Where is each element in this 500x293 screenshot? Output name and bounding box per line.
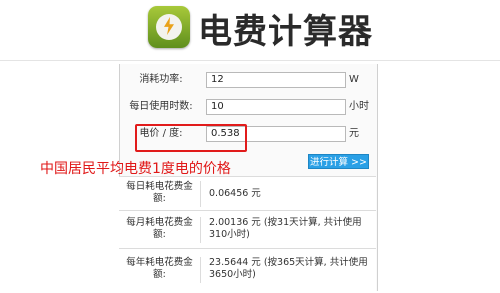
yearly-result-value: 23.5644 元 (按365天计算, 共计使用3650小时) — [209, 257, 368, 280]
monthly-result-row: 每月耗电花费金额: 2.00136 元 (按31天计算, 共计使用310小时) — [119, 210, 376, 249]
power-label: 消耗功率: — [139, 74, 183, 85]
header-divider — [0, 60, 500, 61]
app-header: 电费计算器 — [0, 0, 500, 60]
hours-input[interactable]: 10 — [206, 99, 346, 115]
price-annotation: 中国居民平均电费1度电的价格 — [40, 161, 231, 177]
yearly-result-label: 每年耗电花费金额: — [119, 257, 201, 283]
power-unit: W — [349, 74, 359, 85]
yearly-result-row: 每年耗电花费金额: 23.5644 元 (按365天计算, 共计使用3650小时… — [119, 248, 376, 293]
daily-result-label: 每日耗电花费金额: — [119, 181, 201, 207]
monthly-result-label: 每月耗电花费金额: — [119, 217, 201, 243]
power-input[interactable]: 12 — [206, 72, 346, 88]
price-highlight-box — [135, 124, 247, 152]
monthly-result-value: 2.00136 元 (按31天计算, 共计使用310小时) — [209, 217, 362, 240]
hours-label: 每日使用时数: — [129, 101, 193, 112]
price-unit: 元 — [349, 128, 359, 139]
hours-unit: 小时 — [349, 101, 369, 112]
daily-result-value: 0.06456 元 — [209, 188, 261, 199]
calculate-button[interactable]: 进行计算 >> — [308, 154, 369, 169]
app-logo — [148, 6, 190, 48]
page-title: 电费计算器 — [198, 12, 373, 52]
daily-result-row: 每日耗电花费金额: 0.06456 元 — [119, 176, 376, 211]
